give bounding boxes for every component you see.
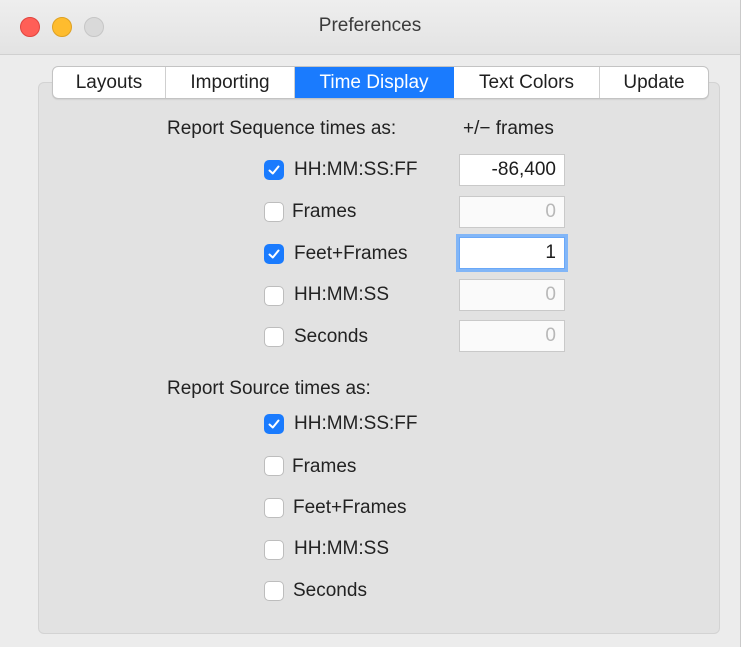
sequence-hhmmssff-label: HH:MM:SS:FF: [294, 159, 418, 180]
sequence-feet-frames-checkbox[interactable]: [264, 244, 284, 264]
source-hhmmssff-label: HH:MM:SS:FF: [294, 413, 418, 434]
sequence-hhmmss-checkbox[interactable]: [264, 286, 284, 306]
sequence-frames-checkbox[interactable]: [264, 202, 284, 222]
sequence-feet-frames-offset-field[interactable]: 1: [459, 237, 565, 269]
tab-text-colors[interactable]: Text Colors: [454, 67, 600, 98]
tab-bar: Layouts Importing Time Display Text Colo…: [52, 66, 709, 99]
offset-heading: +/− frames: [463, 118, 554, 139]
sequence-seconds-offset-field: 0: [459, 320, 565, 352]
title-bar[interactable]: Preferences: [0, 0, 740, 55]
checkmark-icon: [268, 419, 280, 429]
checkmark-icon: [268, 165, 280, 175]
sequence-hhmmssff-offset-field[interactable]: -86,400: [459, 154, 565, 186]
sequence-seconds-checkbox[interactable]: [264, 327, 284, 347]
window-title: Preferences: [318, 15, 422, 36]
tab-layouts[interactable]: Layouts: [53, 67, 166, 98]
source-seconds-checkbox[interactable]: [264, 581, 284, 601]
tab-importing[interactable]: Importing: [166, 67, 295, 98]
tab-time-display[interactable]: Time Display: [295, 67, 454, 98]
source-hhmmss-checkbox[interactable]: [264, 540, 284, 560]
sequence-frames-offset-field: 0: [459, 196, 565, 228]
source-frames-label: Frames: [292, 456, 357, 477]
preferences-window: Preferences Layouts Importing Time Displ…: [0, 0, 741, 647]
checkmark-icon: [268, 249, 280, 259]
sequence-hhmmss-offset-field: 0: [459, 279, 565, 311]
sequence-hhmmssff-checkbox[interactable]: [264, 160, 284, 180]
source-hhmmssff-checkbox[interactable]: [264, 414, 284, 434]
sequence-seconds-label: Seconds: [294, 326, 368, 347]
tab-update[interactable]: Update: [600, 67, 708, 98]
sequence-hhmmss-label: HH:MM:SS: [294, 284, 389, 305]
sequence-frames-label: Frames: [292, 201, 357, 222]
source-feet-frames-label: Feet+Frames: [293, 497, 407, 518]
source-frames-checkbox[interactable]: [264, 456, 284, 476]
source-feet-frames-checkbox[interactable]: [264, 498, 284, 518]
sequence-feet-frames-label: Feet+Frames: [294, 243, 408, 264]
sequence-heading: Report Sequence times as:: [167, 118, 397, 139]
source-heading: Report Source times as:: [167, 378, 371, 399]
source-hhmmss-label: HH:MM:SS: [294, 538, 389, 559]
source-seconds-label: Seconds: [293, 580, 367, 601]
